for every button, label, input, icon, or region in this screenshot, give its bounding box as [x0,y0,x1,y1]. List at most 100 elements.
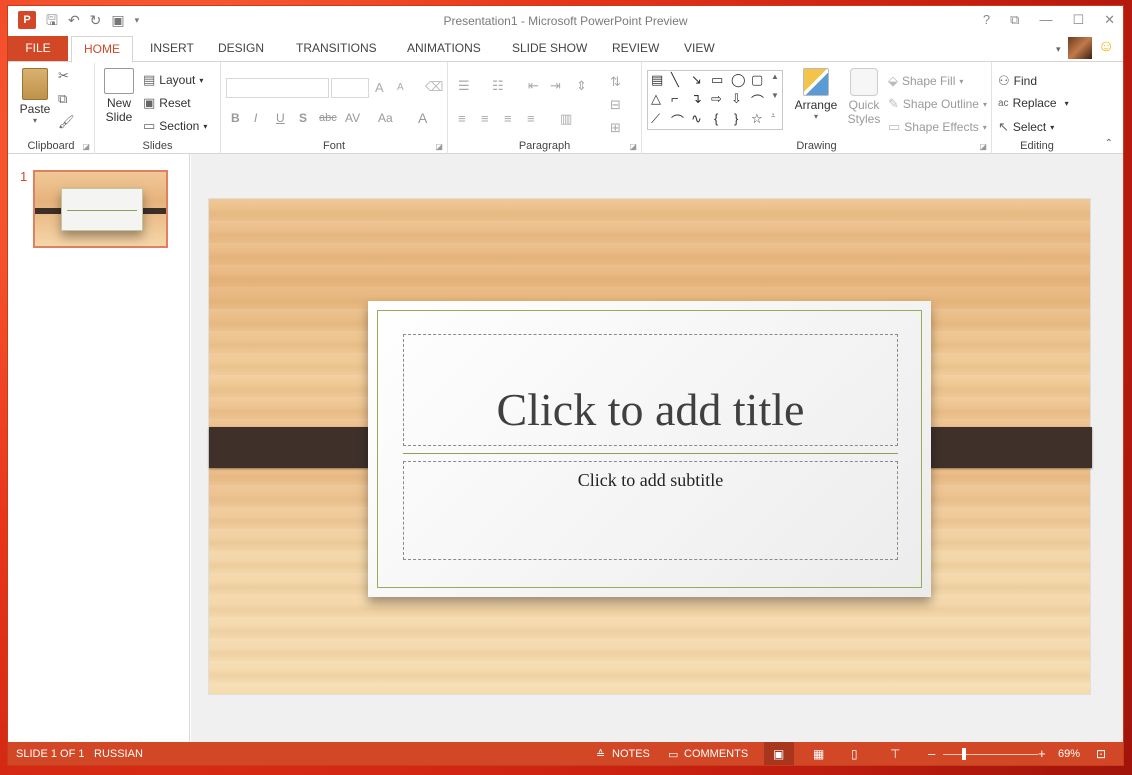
clear-formatting-icon[interactable]: ⌫ [425,79,443,95]
bullets-icon[interactable]: ☰ [458,78,470,94]
rectangle-shape-icon[interactable]: ▭ [711,72,723,88]
quick-styles-button[interactable]: Quick Styles [842,68,886,126]
close-button[interactable]: ✕ [1104,12,1115,28]
language-status[interactable]: RUSSIAN [94,748,143,760]
paste-button[interactable]: Paste ▾ [16,68,54,125]
justify-icon[interactable]: ≡ [527,111,535,126]
star-shape-icon[interactable]: ☆ [751,111,763,127]
subtitle-placeholder[interactable]: Click to add subtitle [403,461,898,560]
maximize-button[interactable]: ☐ [1072,12,1084,28]
copy-icon[interactable]: ⧉ [58,91,67,107]
drawing-launcher-icon[interactable]: ◪ [979,142,987,151]
grow-font-icon[interactable]: A [375,80,384,95]
avatar[interactable] [1068,37,1092,59]
character-spacing-button[interactable]: AV [345,111,360,125]
tab-design[interactable]: DESIGN [206,36,276,62]
change-case-button[interactable]: Aa [378,111,393,125]
comments-icon[interactable]: ▭ [668,748,678,761]
align-text-icon[interactable]: ⊟ [610,97,621,113]
text-direction-icon[interactable]: ⇅ [610,74,621,90]
scroll-down-icon[interactable]: ▼ [771,91,779,100]
shrink-font-icon[interactable]: A [397,82,404,93]
font-launcher-icon[interactable]: ◪ [435,142,443,151]
shape-outline-button[interactable]: ✎ Shape Outline ▾ [888,96,987,112]
collapse-ribbon-icon[interactable]: ⌃ [1105,138,1113,149]
arrow-shape-icon[interactable]: ↘ [691,72,702,88]
strikethrough-button[interactable]: abc [319,112,337,124]
tab-animations[interactable]: ANIMATIONS [395,36,493,62]
underline-button[interactable]: U [276,111,285,125]
title-placeholder[interactable]: Click to add title [403,334,898,446]
font-name-box[interactable] [226,78,329,98]
slide-thumbnail[interactable] [33,170,168,248]
align-right-icon[interactable]: ≡ [504,111,512,126]
line-spacing-icon[interactable]: ⇕ [576,78,587,94]
shapes-gallery[interactable]: ▤ ╲ ↘ ▭ ◯ ▢ △ ⌐ ↴ ⇨ ⇩ ⌒ ⟋ ⌒ ∿ { } ☆ ▲ ▼ [647,70,783,130]
section-button[interactable]: ▭ Section ▾ [143,118,207,134]
decrease-indent-icon[interactable]: ⇤ [528,78,539,94]
paragraph-launcher-icon[interactable]: ◪ [629,142,637,151]
replace-button[interactable]: ac Replace ▾ [998,96,1069,110]
find-button[interactable]: ⚇ Find [998,73,1037,89]
tab-home[interactable]: HOME [71,36,133,63]
arrange-button[interactable]: Arrange ▾ [792,68,840,121]
rounded-rect-shape-icon[interactable]: ▢ [751,72,763,88]
clipboard-launcher-icon[interactable]: ◪ [82,142,90,151]
select-button[interactable]: ↖ Select ▾ [998,119,1054,135]
slide-canvas[interactable]: Click to add title Click to add subtitle [208,198,1092,695]
notes-button[interactable]: NOTES [612,748,650,760]
reset-button[interactable]: ▣ Reset [143,95,191,111]
align-left-icon[interactable]: ≡ [458,111,466,126]
right-brace-shape-icon[interactable]: } [734,111,738,126]
normal-view-button[interactable]: ▣ [764,742,794,765]
bold-button[interactable]: B [231,111,240,125]
zoom-slider-thumb[interactable] [962,748,966,760]
slide-show-icon[interactable]: ⊤ [890,747,900,761]
font-color-button[interactable]: A [418,110,427,126]
cut-icon[interactable]: ✂ [58,68,69,84]
elbow-connector-icon[interactable]: ⌐ [671,91,679,106]
ribbon-display-button[interactable]: ⧉ [1010,12,1019,28]
italic-button[interactable]: I [254,111,257,125]
notes-icon[interactable]: ≙ [596,748,605,761]
smartart-icon[interactable]: ⊞ [610,120,621,136]
help-button[interactable]: ? [983,12,990,28]
zoom-in-button[interactable]: + [1038,746,1046,761]
line-shape-icon[interactable]: ╲ [671,72,679,88]
numbering-icon[interactable]: ☷ [492,78,504,94]
zoom-slider-track[interactable] [943,754,1038,755]
triangle-shape-icon[interactable]: △ [651,91,661,107]
tab-review[interactable]: REVIEW [600,36,671,62]
new-slide-button[interactable]: New Slide [99,68,139,124]
oval-shape-icon[interactable]: ◯ [731,72,746,88]
slide-count-status[interactable]: SLIDE 1 OF 1 [16,748,84,760]
arc-shape-icon[interactable]: ⌒ [671,111,684,130]
increase-indent-icon[interactable]: ⇥ [550,78,561,94]
shape-effects-button[interactable]: ▭ Shape Effects ▾ [888,119,987,135]
smiley-feedback-icon[interactable]: ☺ [1098,38,1114,56]
curve-shape-icon[interactable]: ⟋ [651,111,660,127]
scroll-up-icon[interactable]: ▲ [771,72,779,81]
tab-file[interactable]: FILE [8,36,68,62]
textbox-shape-icon[interactable]: ▤ [651,72,663,88]
tab-insert[interactable]: INSERT [138,36,206,62]
tab-slide-show[interactable]: SLIDE SHOW [500,36,599,62]
down-arrow-shape-icon[interactable]: ⇩ [731,91,742,107]
account-dropdown-icon[interactable]: ▾ [1056,44,1061,55]
tab-view[interactable]: VIEW [672,36,727,62]
columns-icon[interactable]: ▥ [560,111,572,127]
fit-to-window-icon[interactable]: ⊡ [1096,747,1106,761]
freeform-shape-icon[interactable]: ⌒ [751,91,764,110]
elbow-arrow-icon[interactable]: ↴ [691,91,702,107]
comments-button[interactable]: COMMENTS [684,748,748,760]
left-brace-shape-icon[interactable]: { [714,111,718,126]
wave-shape-icon[interactable]: ∿ [691,111,702,127]
layout-button[interactable]: ▤ Layout ▾ [143,72,203,88]
zoom-out-button[interactable]: – [928,746,935,761]
align-center-icon[interactable]: ≡ [481,111,489,126]
font-size-box[interactable] [331,78,369,98]
shape-fill-button[interactable]: ⬙ Shape Fill ▾ [888,73,963,89]
minimize-button[interactable]: — [1039,12,1052,28]
reading-view-icon[interactable]: ▯ [851,747,858,761]
format-painter-icon[interactable]: 🖌 [58,114,75,130]
